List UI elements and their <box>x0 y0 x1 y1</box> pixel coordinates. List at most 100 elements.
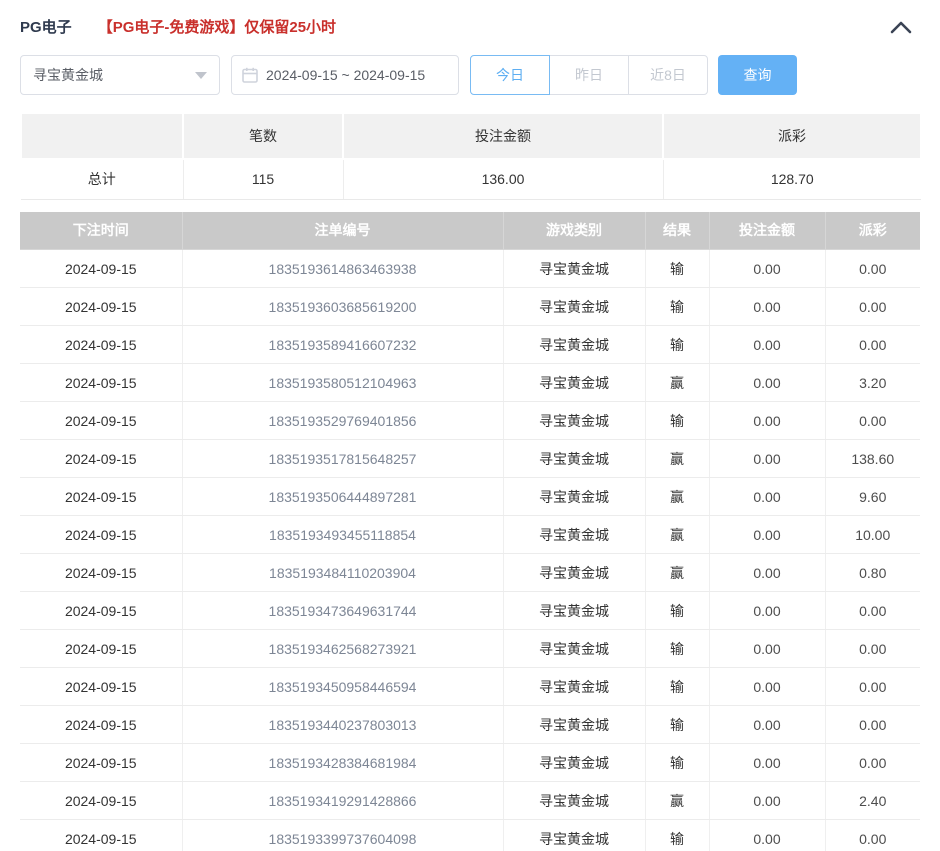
summary-header-cell: 笔数 <box>183 113 343 159</box>
record-payout-cell: 0.00 <box>825 706 920 744</box>
record-payout-cell: 0.80 <box>825 554 920 592</box>
record-payout-cell: 0.00 <box>825 630 920 668</box>
table-row: 2024-09-151835193506444897281寻宝黄金城赢0.009… <box>20 478 920 516</box>
record-payout-cell: 3.20 <box>825 364 920 402</box>
summary-header-row: 笔数投注金额派彩 <box>21 113 921 159</box>
collapse-button[interactable] <box>890 20 912 34</box>
record-order-no-cell: 1835193589416607232 <box>182 326 503 364</box>
records-header-row: 下注时间注单编号游戏类别结果投注金额派彩 <box>20 212 920 250</box>
record-bet-cell: 0.00 <box>709 288 825 326</box>
records-header-cell: 派彩 <box>825 212 920 250</box>
record-bet-cell: 0.00 <box>709 744 825 782</box>
summary-total-cell: 128.70 <box>663 159 921 199</box>
record-order-no-cell: 1835193428384681984 <box>182 744 503 782</box>
record-payout-cell: 138.60 <box>825 440 920 478</box>
record-game-cell: 寻宝黄金城 <box>503 744 645 782</box>
table-row: 2024-09-151835193517815648257寻宝黄金城赢0.001… <box>20 440 920 478</box>
record-game-cell: 寻宝黄金城 <box>503 630 645 668</box>
record-date-cell: 2024-09-15 <box>20 364 182 402</box>
game-select-value: 寻宝黄金城 <box>33 65 103 85</box>
summary-header-cell: 派彩 <box>663 113 921 159</box>
record-result-cell: 输 <box>645 402 709 440</box>
record-bet-cell: 0.00 <box>709 478 825 516</box>
record-game-cell: 寻宝黄金城 <box>503 364 645 402</box>
record-payout-cell: 0.00 <box>825 250 920 288</box>
date-range-value: 2024-09-15 ~ 2024-09-15 <box>266 67 425 83</box>
record-bet-cell: 0.00 <box>709 440 825 478</box>
record-game-cell: 寻宝黄金城 <box>503 668 645 706</box>
summary-total-cell: 115 <box>183 159 343 199</box>
record-order-no-cell: 1835193517815648257 <box>182 440 503 478</box>
table-row: 2024-09-151835193450958446594寻宝黄金城输0.000… <box>20 668 920 706</box>
record-game-cell: 寻宝黄金城 <box>503 402 645 440</box>
record-order-no-cell: 1835193419291428866 <box>182 782 503 820</box>
record-result-cell: 输 <box>645 592 709 630</box>
record-result-cell: 输 <box>645 630 709 668</box>
table-row: 2024-09-151835193484110203904寻宝黄金城赢0.000… <box>20 554 920 592</box>
table-row: 2024-09-151835193399737604098寻宝黄金城输0.000… <box>20 820 920 851</box>
records-tbody: 2024-09-151835193614863463938寻宝黄金城输0.000… <box>20 250 920 851</box>
calendar-icon <box>242 67 258 83</box>
record-payout-cell: 0.00 <box>825 326 920 364</box>
summary-header-cell: 投注金额 <box>343 113 663 159</box>
quick-range-group: 今日昨日近8日 <box>470 55 708 95</box>
record-result-cell: 输 <box>645 820 709 851</box>
search-button[interactable]: 查询 <box>718 55 797 95</box>
quick-range-button[interactable]: 近8日 <box>628 55 708 95</box>
table-row: 2024-09-151835193580512104963寻宝黄金城赢0.003… <box>20 364 920 402</box>
pg-records-panel: PG电子 【PG电子-免费游戏】仅保留25小时 寻宝黄金城 2024-09-15… <box>0 0 940 851</box>
record-date-cell: 2024-09-15 <box>20 706 182 744</box>
record-order-no-cell: 1835193580512104963 <box>182 364 503 402</box>
panel-header: PG电子 【PG电子-免费游戏】仅保留25小时 <box>20 0 920 38</box>
record-payout-cell: 0.00 <box>825 744 920 782</box>
record-result-cell: 输 <box>645 706 709 744</box>
record-payout-cell: 0.00 <box>825 402 920 440</box>
record-payout-cell: 0.00 <box>825 668 920 706</box>
summary-total-cell: 总计 <box>21 159 183 199</box>
panel-notice: 【PG电子-免费游戏】仅保留25小时 <box>98 16 336 37</box>
record-bet-cell: 0.00 <box>709 516 825 554</box>
record-game-cell: 寻宝黄金城 <box>503 478 645 516</box>
record-result-cell: 输 <box>645 326 709 364</box>
filter-row: 寻宝黄金城 2024-09-15 ~ 2024-09-15 今日昨日近8日 查询 <box>20 55 920 95</box>
table-row: 2024-09-151835193428384681984寻宝黄金城输0.000… <box>20 744 920 782</box>
record-order-no-cell: 1835193473649631744 <box>182 592 503 630</box>
table-row: 2024-09-151835193603685619200寻宝黄金城输0.000… <box>20 288 920 326</box>
date-range-input[interactable]: 2024-09-15 ~ 2024-09-15 <box>231 55 459 95</box>
record-order-no-cell: 1835193484110203904 <box>182 554 503 592</box>
quick-range-button[interactable]: 今日 <box>470 55 550 95</box>
records-header-cell: 游戏类别 <box>503 212 645 250</box>
record-game-cell: 寻宝黄金城 <box>503 554 645 592</box>
record-bet-cell: 0.00 <box>709 668 825 706</box>
game-select[interactable]: 寻宝黄金城 <box>20 55 220 95</box>
record-game-cell: 寻宝黄金城 <box>503 326 645 364</box>
table-row: 2024-09-151835193529769401856寻宝黄金城输0.000… <box>20 402 920 440</box>
chevron-up-icon <box>890 20 912 34</box>
quick-range-button[interactable]: 昨日 <box>549 55 629 95</box>
record-game-cell: 寻宝黄金城 <box>503 782 645 820</box>
caret-down-icon <box>195 72 207 79</box>
summary-header-cell <box>21 113 183 159</box>
record-date-cell: 2024-09-15 <box>20 782 182 820</box>
records-header-cell: 注单编号 <box>182 212 503 250</box>
record-date-cell: 2024-09-15 <box>20 478 182 516</box>
record-order-no-cell: 1835193450958446594 <box>182 668 503 706</box>
record-bet-cell: 0.00 <box>709 820 825 851</box>
record-bet-cell: 0.00 <box>709 554 825 592</box>
records-header-cell: 结果 <box>645 212 709 250</box>
record-game-cell: 寻宝黄金城 <box>503 592 645 630</box>
record-order-no-cell: 1835193614863463938 <box>182 250 503 288</box>
record-result-cell: 赢 <box>645 782 709 820</box>
panel-title: PG电子 <box>20 16 72 37</box>
record-game-cell: 寻宝黄金城 <box>503 288 645 326</box>
record-payout-cell: 10.00 <box>825 516 920 554</box>
record-result-cell: 赢 <box>645 478 709 516</box>
record-result-cell: 输 <box>645 250 709 288</box>
record-result-cell: 输 <box>645 668 709 706</box>
record-date-cell: 2024-09-15 <box>20 250 182 288</box>
record-result-cell: 赢 <box>645 440 709 478</box>
record-payout-cell: 2.40 <box>825 782 920 820</box>
record-bet-cell: 0.00 <box>709 630 825 668</box>
record-date-cell: 2024-09-15 <box>20 516 182 554</box>
record-bet-cell: 0.00 <box>709 250 825 288</box>
